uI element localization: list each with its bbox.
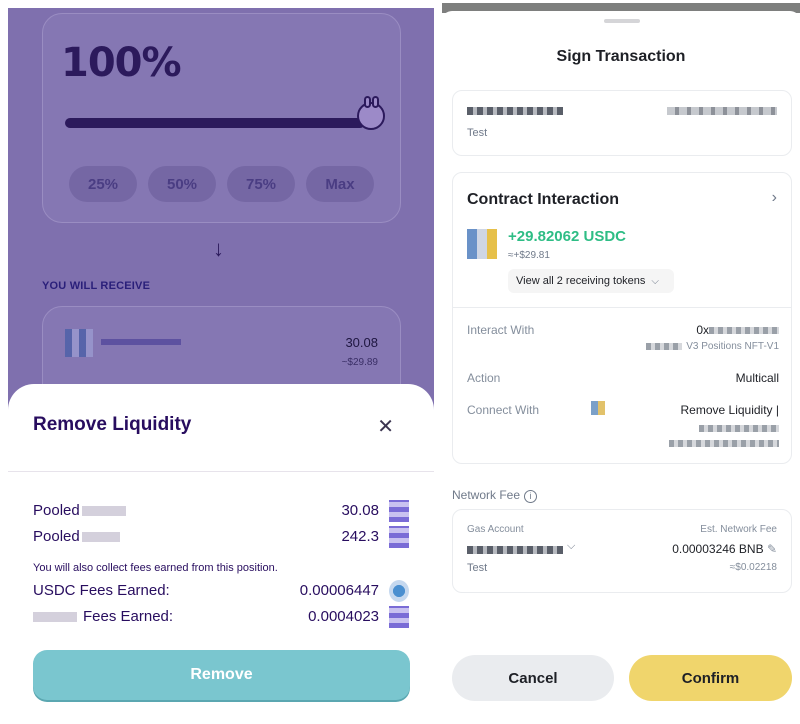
- chevron-down-icon[interactable]: ⌵: [567, 540, 575, 553]
- receive-usd: ~$29.89: [341, 357, 378, 368]
- receive-amount: 30.08: [345, 335, 378, 350]
- cancel-button[interactable]: Cancel: [452, 655, 614, 701]
- close-icon[interactable]: ✕: [377, 414, 394, 439]
- slider-handle-icon[interactable]: [357, 96, 385, 130]
- contract-title: Contract Interaction: [467, 191, 620, 208]
- divider: [453, 307, 791, 308]
- connect-with-value: Remove Liquidity |: [680, 403, 780, 417]
- percent-75-button[interactable]: 75%: [227, 166, 295, 202]
- fee-value: 0.0004023: [308, 608, 379, 625]
- token-icon: [389, 606, 409, 628]
- action-row: Action Multicall: [467, 371, 779, 389]
- fee-label: USDC Fees Earned:: [33, 582, 170, 599]
- token-icon: [389, 500, 409, 522]
- chevron-right-icon[interactable]: ›: [772, 189, 777, 207]
- percent-50-button[interactable]: 50%: [148, 166, 216, 202]
- info-icon[interactable]: i: [524, 490, 538, 503]
- connect-with-label: Connect With: [467, 403, 540, 417]
- token-usd: ≈+$29.81: [508, 250, 550, 261]
- pooled-label: Pooled: [33, 528, 120, 545]
- fee-value[interactable]: 0.00003246 BNB ✎: [672, 542, 777, 556]
- network-fee-label: Network Fee i: [452, 488, 538, 503]
- account-sub: Test: [467, 127, 488, 139]
- percent-value: 100%: [61, 40, 182, 86]
- token-icon: [389, 526, 409, 548]
- network-fee-card: Gas Account Est. Network Fee ⌵ 0.0000324…: [452, 509, 792, 593]
- pooled-value: 30.08: [341, 502, 379, 519]
- interact-with-row: Interact With 0x V3 Positions NFT-V1: [467, 323, 779, 359]
- drag-handle[interactable]: [604, 19, 640, 23]
- token-name-redacted: [101, 339, 181, 345]
- gas-account-redacted[interactable]: [467, 546, 563, 554]
- confirm-button[interactable]: Confirm: [629, 655, 792, 701]
- fees-note: You will also collect fees earned from t…: [33, 562, 278, 574]
- view-receiving-tokens-button[interactable]: View all 2 receiving tokens ⌵: [508, 269, 674, 293]
- dapp-icon: [591, 401, 605, 415]
- receive-label: YOU WILL RECEIVE: [42, 280, 151, 292]
- action-label: Action: [467, 371, 501, 385]
- sheet-title: Sign Transaction: [556, 48, 686, 65]
- interact-with-sub: V3 Positions NFT-V1: [646, 341, 779, 352]
- token-name-redacted: [81, 532, 120, 543]
- amount-slider[interactable]: [65, 118, 365, 128]
- token-name-redacted: [81, 506, 126, 517]
- account-name-redacted: [467, 107, 563, 115]
- fee-label: Fees Earned:: [33, 608, 173, 625]
- token-icon: [467, 229, 497, 259]
- interact-with-value[interactable]: 0x: [696, 323, 779, 337]
- gas-account-label: Gas Account: [467, 524, 524, 535]
- arrow-down-icon: ↓: [213, 236, 224, 261]
- divider: [8, 471, 434, 472]
- pooled-row: Pooled 242.3: [33, 526, 409, 548]
- action-value: Multicall: [735, 371, 779, 385]
- pooled-value: 242.3: [341, 528, 379, 545]
- account-card: Test: [452, 90, 792, 156]
- remove-button[interactable]: Remove: [33, 650, 410, 700]
- fee-row: USDC Fees Earned: 0.00006447: [33, 580, 409, 602]
- remove-liquidity-screen: 100% 25% 50% 75% Max ↓ YOU WILL RECEIVE …: [8, 8, 434, 724]
- amount-card: 100% 25% 50% 75% Max: [42, 13, 401, 223]
- connect-with-url-redacted: [669, 423, 779, 447]
- contract-interaction-card: Contract Interaction › +29.82062 USDC ≈+…: [452, 172, 792, 464]
- fee-row: Fees Earned: 0.0004023: [33, 606, 409, 628]
- token-icon: [65, 329, 93, 357]
- gas-account-sub: Test: [467, 562, 488, 574]
- interact-with-label: Interact With: [467, 323, 535, 337]
- fee-value: 0.00006447: [299, 582, 379, 599]
- percent-25-button[interactable]: 25%: [69, 166, 137, 202]
- connect-with-row: Connect With Remove Liquidity |: [467, 401, 780, 453]
- account-address-redacted: [667, 107, 777, 115]
- token-amount: +29.82062 USDC: [508, 228, 626, 245]
- screen: 100% 25% 50% 75% Max ↓ YOU WILL RECEIVE …: [0, 0, 800, 724]
- remove-liquidity-modal: Remove Liquidity ✕ Pooled 30.08 Pooled 2…: [8, 384, 434, 724]
- sign-transaction-sheet: Sign Transaction Test Contract Interacti…: [442, 11, 800, 724]
- est-network-fee-label: Est. Network Fee: [700, 524, 777, 535]
- chevron-down-icon: ⌵: [651, 275, 660, 287]
- percent-buttons: 25% 50% 75% Max: [69, 166, 374, 202]
- fee-usd: ≈$0.02218: [729, 562, 777, 573]
- percent-max-button[interactable]: Max: [306, 166, 374, 202]
- edit-icon: ✎: [766, 542, 777, 556]
- pooled-row: Pooled 30.08: [33, 500, 409, 522]
- modal-title: Remove Liquidity: [33, 414, 192, 435]
- sign-transaction-screen: Sign Transaction Test Contract Interacti…: [442, 3, 800, 724]
- pooled-label: Pooled: [33, 502, 126, 519]
- token-name-redacted: [33, 612, 77, 623]
- usdc-icon: [389, 580, 409, 602]
